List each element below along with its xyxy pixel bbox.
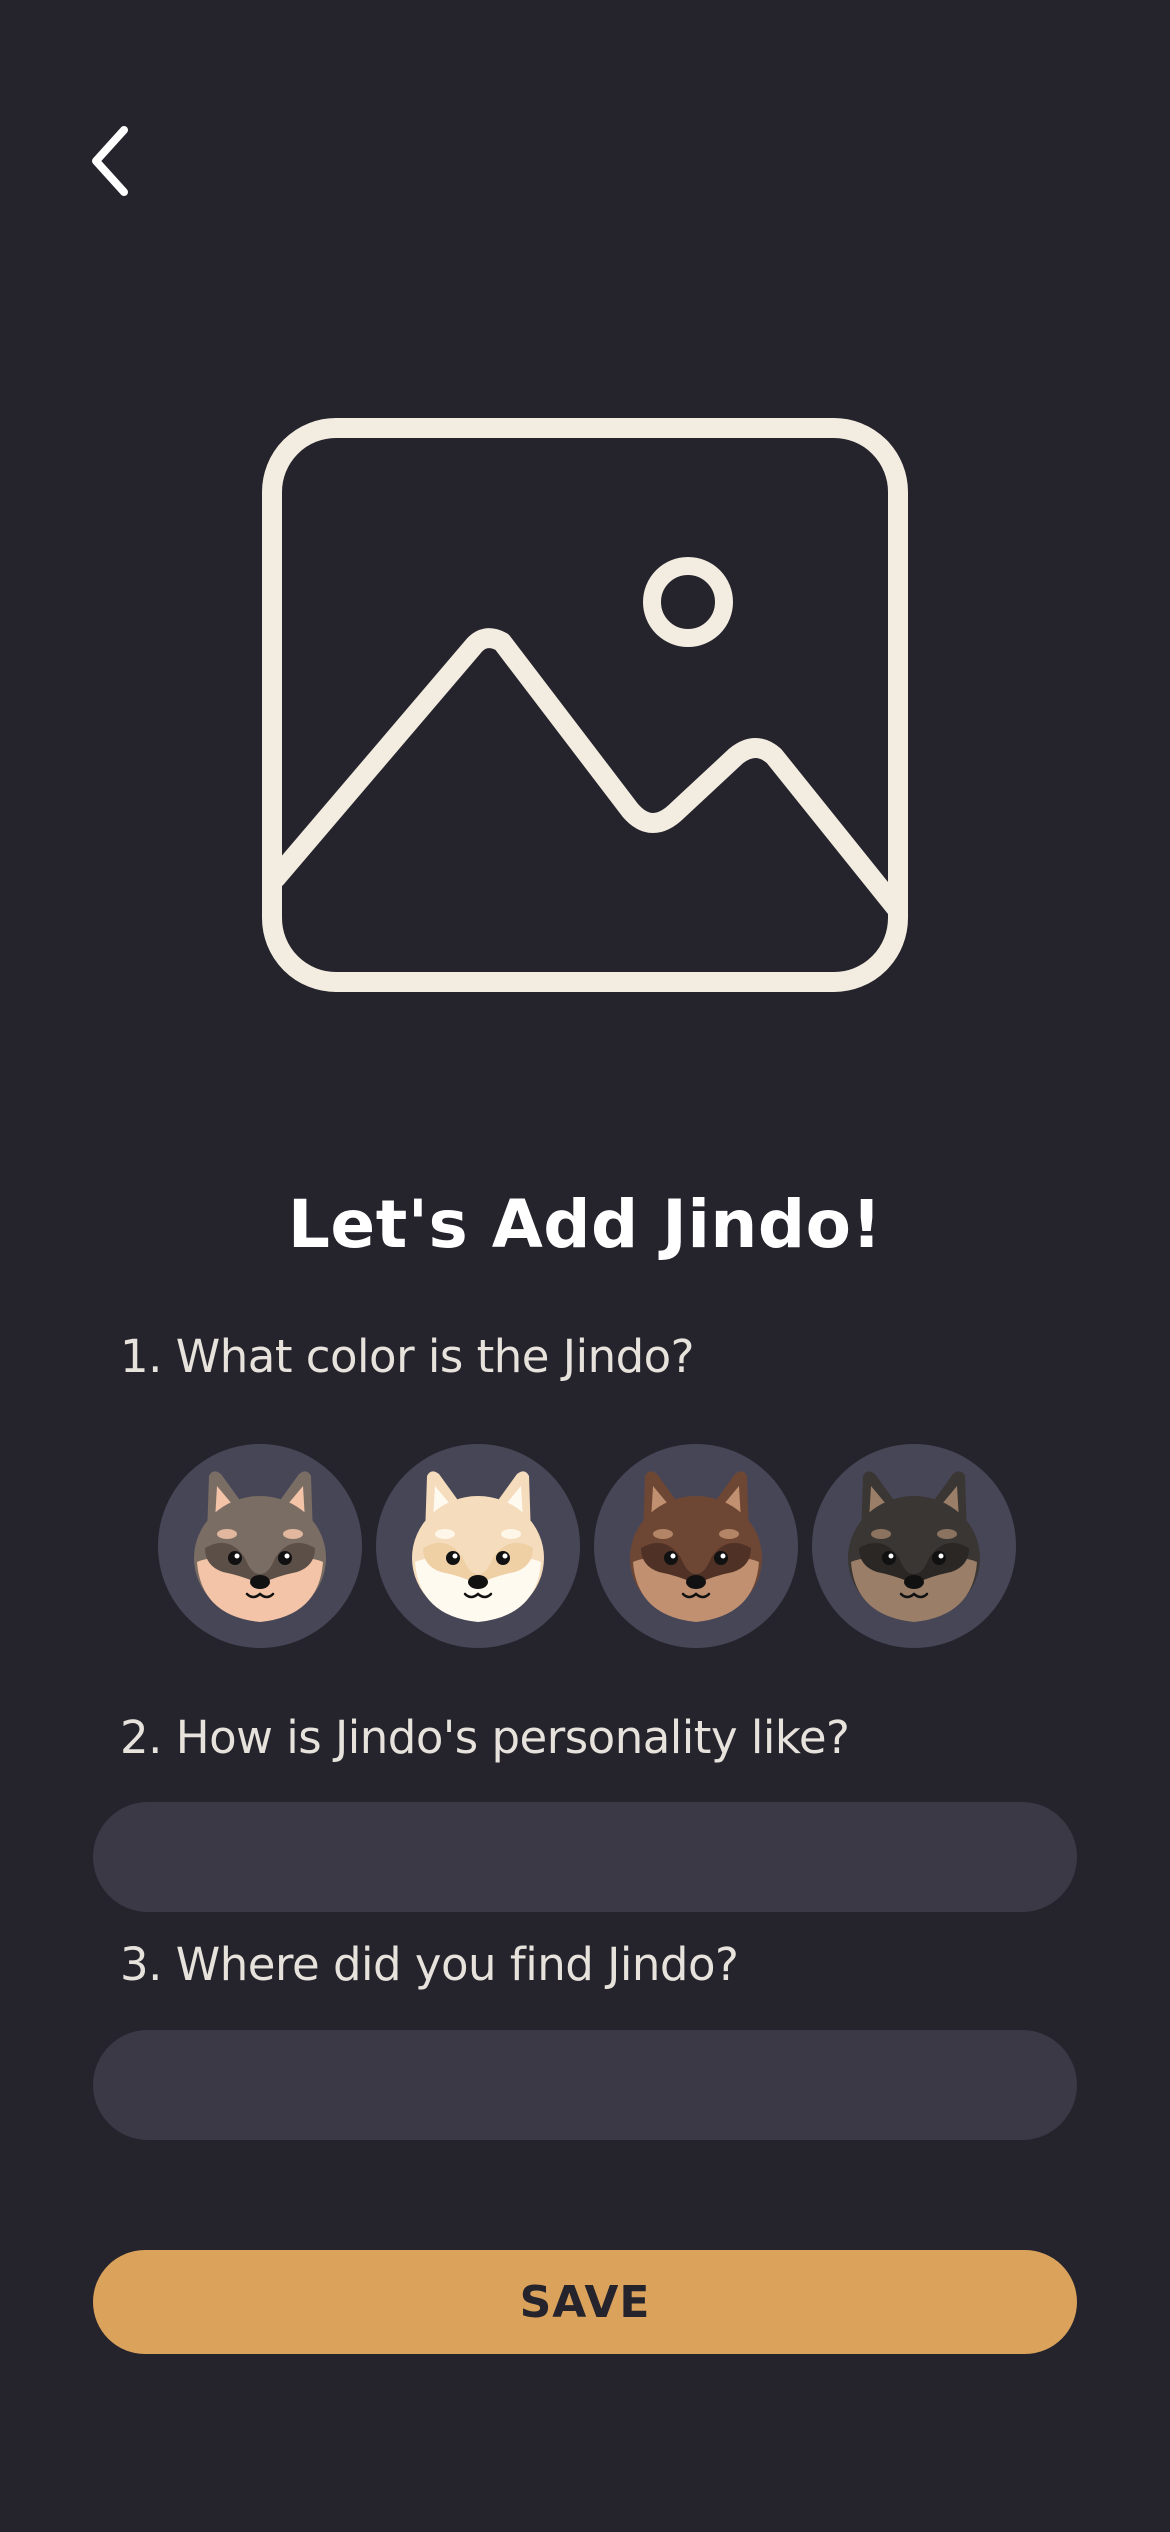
dog-face-icon [412, 1471, 544, 1622]
color-option-black[interactable] [812, 1444, 1016, 1648]
question-location-label: 3. Where did you find Jindo? [120, 1938, 739, 1991]
save-button[interactable]: SAVE [93, 2250, 1077, 2354]
page-title: Let's Add Jindo! [287, 1186, 883, 1263]
color-option-brown[interactable] [594, 1444, 798, 1648]
image-upload-placeholder[interactable] [262, 418, 908, 992]
personality-input[interactable] [93, 1802, 1077, 1912]
dog-face-icon [848, 1471, 980, 1622]
color-option-grey[interactable] [158, 1444, 362, 1648]
color-option-cream[interactable] [376, 1444, 580, 1648]
question-color-label: 1. What color is the Jindo? [120, 1330, 695, 1383]
back-button[interactable] [72, 116, 152, 206]
dog-face-icon [194, 1471, 326, 1622]
question-personality-label: 2. How is Jindo's personality like? [120, 1711, 850, 1764]
color-options [158, 1444, 1016, 1648]
chevron-left-icon [92, 126, 128, 196]
location-input[interactable] [93, 2030, 1077, 2140]
dog-face-icon [630, 1471, 762, 1622]
image-icon [262, 418, 908, 992]
add-jindo-screen: Let's Add Jindo! 1. What color is the Ji… [0, 0, 1170, 2532]
